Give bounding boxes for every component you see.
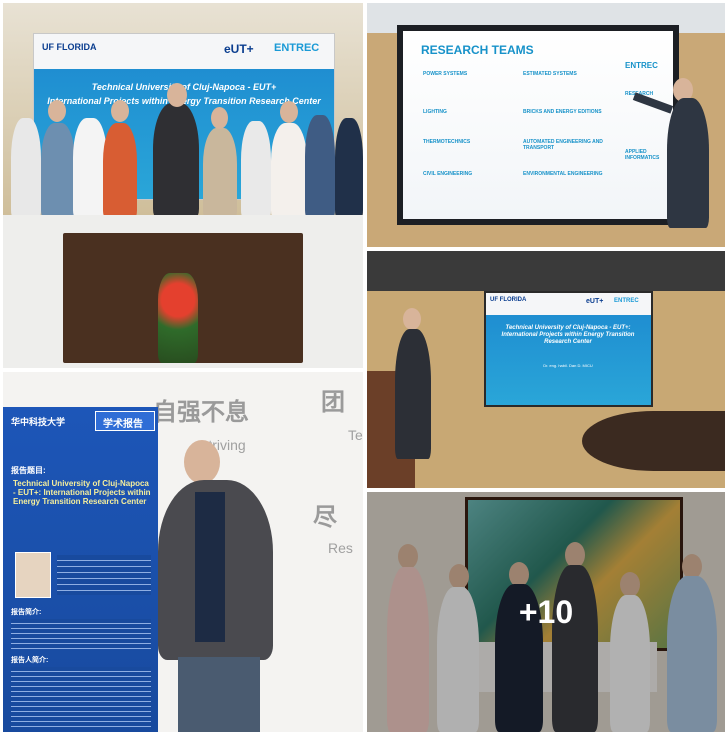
presenter [667,98,709,228]
wall-text: 尽 [313,504,337,531]
slide-title: Technical University of Cluj-Napoca - EU… [501,325,635,346]
person [73,118,107,218]
poster-header: 华中科技大学 [11,417,66,427]
speaker-head [403,308,421,330]
photo-tile-5[interactable]: +10 [367,492,725,732]
ceiling [367,251,725,291]
banner-logo-entrec: ENTREC [274,42,320,54]
slide-section: THERMOTECHNICS [423,139,471,145]
slide-section: AUTOMATED ENGINEERING AND TRANSPORT [523,139,603,151]
head [167,83,187,107]
poster-intro-label: 报告简介: [11,609,42,616]
speaker-jeans [178,657,260,732]
person [203,128,237,218]
person [153,103,199,218]
slide-logo-entrec: ENTREC [614,298,639,304]
more-photos-overlay[interactable]: +10 [367,492,725,732]
person [335,118,363,218]
photo-tile-3[interactable]: UF FLORIDA eUT+ ENTREC Technical Univers… [367,251,725,488]
wall-text-en: Res [328,540,353,556]
poster-title-label: 报告题目: [11,466,46,475]
more-photos-count[interactable]: +10 [519,594,573,631]
head [211,107,228,129]
person [41,123,75,218]
projection-screen: UF FLORIDA eUT+ ENTREC Technical Univers… [484,291,653,407]
slide-section: ESTIMATED SYSTEMS [523,71,577,77]
speaker-head [184,440,220,484]
slide-author: Dr. eng. habil. Dan D. MICU [543,363,593,368]
person [241,121,271,218]
photo-tile-1[interactable]: UF FLORIDA eUT+ ENTREC Technical Univers… [3,3,363,368]
poster: 华中科技大学 学术报告 报告题目: Technical University o… [3,407,158,732]
poster-bio-label: 报告人简介: [11,657,49,664]
flower-pot [158,273,198,363]
poster-details [57,555,151,595]
head [48,100,66,122]
slide-section: CIVIL ENGINEERING [423,171,473,177]
banner-logo-eut: eUT+ [224,42,254,56]
banner-logo-uf: UF FLORIDA [42,42,97,52]
photo-tile-4[interactable]: 自强不息 团 Striving Te 尽 Res 华中科技大学 学术报告 报告题… [3,372,363,732]
person [271,123,307,218]
slide-brand: ENTREC [625,61,658,70]
slide-heading: RESEARCH TEAMS [421,43,534,57]
head [280,101,298,123]
poster-speaker-photo [15,552,51,598]
photo-tile-2[interactable]: RESEARCH TEAMS ENTREC POWER SYSTEMS LIGH… [367,3,725,247]
slide-section: POWER SYSTEMS [423,71,468,77]
poster-bio-text [11,667,151,727]
speaker [395,329,431,459]
poster-title: Technical University of Cluj-Napoca - EU… [13,479,151,507]
wall-text-en: Te [348,427,363,443]
poster-tag: 学术报告 [103,419,143,430]
poster-intro-text [11,619,151,649]
head [111,100,129,122]
slide-section: ENVIRONMENTAL ENGINEERING [523,171,603,177]
screen-slide: RESEARCH TEAMS ENTREC POWER SYSTEMS LIGH… [403,31,673,219]
speaker-shirt [195,492,225,642]
wall-text: 自强不息 [153,399,249,426]
wall-text: 团 [321,389,345,416]
slide-logo-eut: eUT+ [586,298,604,305]
slide-logo-uf: UF FLORIDA [490,297,527,303]
slide-section: BRICKS AND ENERGY EDITIONS [523,109,602,115]
person [305,115,335,218]
slide-section: APPLIED INFORMATICS [625,149,660,161]
person [11,118,41,218]
person [103,123,137,218]
slide-section: LIGHTING [423,109,447,115]
conference-table [582,411,725,471]
